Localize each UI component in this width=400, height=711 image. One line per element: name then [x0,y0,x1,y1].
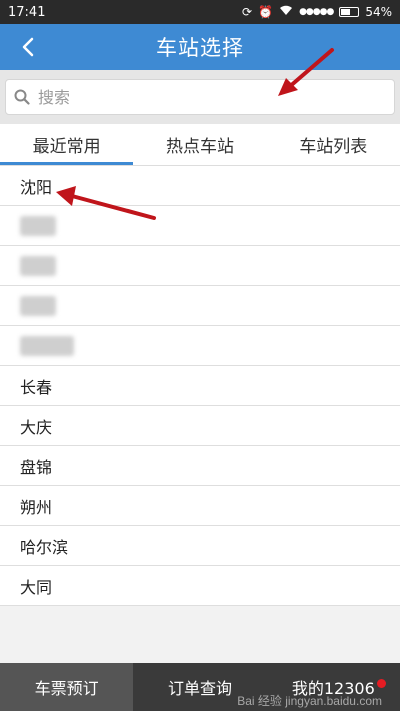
alarm-icon: ⏰ [258,5,274,19]
status-icons: ⟳ ⏰ ●●●●● 54% [242,5,392,19]
wifi-icon [279,5,293,19]
list-item[interactable]: 哈尔滨 [0,526,400,566]
notification-badge [376,679,386,688]
status-bar: 17:41 ⟳ ⏰ ●●●●● 54% [0,0,400,24]
search-box[interactable] [5,79,395,115]
search-bar [0,70,400,124]
list-item[interactable]: 长春 [0,366,400,406]
blurred-text [20,335,74,356]
list-item-redacted[interactable] [0,206,400,246]
station-name: 长春 [20,377,53,397]
station-name: 大庆 [20,417,53,437]
tab-recent[interactable]: 最近常用 [0,124,134,165]
station-name: 朔州 [20,497,53,517]
tab-bar: 最近常用 热点车站 车站列表 [0,124,400,166]
search-input[interactable] [38,87,338,107]
station-name: 大同 [20,577,53,597]
station-list: 沈阳 长春 大庆 盘锦 朔州 哈尔滨 大同 [0,166,400,606]
station-name: 哈尔滨 [20,537,69,557]
tab-label: 热点车站 [165,137,234,157]
nav-label: 订单查询 [167,679,232,698]
status-time: 17:41 [8,4,46,20]
list-item-redacted[interactable] [0,246,400,286]
tab-station-list[interactable]: 车站列表 [267,124,400,165]
tab-hot-stations[interactable]: 热点车站 [133,124,266,165]
station-name: 沈阳 [20,177,53,197]
search-icon [14,89,30,105]
nav-label: 车票预订 [34,679,99,698]
list-item[interactable]: 盘锦 [0,446,400,486]
list-item-redacted[interactable] [0,286,400,326]
nav-ticket-booking[interactable]: 车票预订 [0,663,134,711]
blurred-text [20,215,56,236]
signal-icon: ●●●●● [299,7,334,17]
list-item[interactable]: 大庆 [0,406,400,446]
list-item[interactable]: 大同 [0,566,400,606]
battery-icon [339,7,360,17]
tab-label: 车站列表 [299,137,368,157]
station-name: 盘锦 [20,457,53,477]
battery-percent: 54% [365,5,392,19]
app-header: 车站选择 [0,24,400,70]
watermark: Bai 经验 jingyan.baidu.com [237,694,382,708]
blurred-text [20,255,56,276]
tab-label: 最近常用 [32,137,101,157]
sync-icon: ⟳ [242,5,253,19]
back-button[interactable] [8,24,48,70]
chevron-left-icon [22,37,34,57]
page-title: 车站选择 [156,36,244,60]
list-item[interactable]: 朔州 [0,486,400,526]
list-item[interactable]: 沈阳 [0,166,400,206]
blurred-text [20,295,56,316]
list-item-redacted[interactable] [0,326,400,366]
